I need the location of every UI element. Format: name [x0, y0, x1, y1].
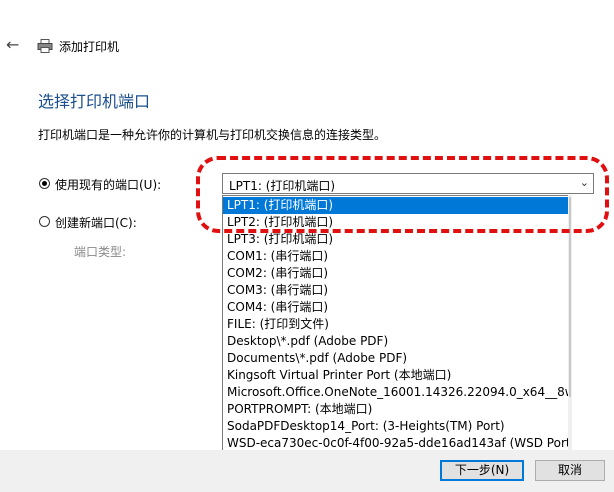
cancel-button[interactable]: 取消: [535, 460, 605, 481]
dropdown-item[interactable]: COM2: (串行端口): [223, 265, 568, 282]
dropdown-item[interactable]: Desktop\*.pdf (Adobe PDF): [223, 333, 568, 350]
dropdown-item[interactable]: COM3: (串行端口): [223, 282, 568, 299]
dropdown-item[interactable]: FILE: (打印到文件): [223, 316, 568, 333]
port-select[interactable]: LPT1: (打印机端口) ⌄: [222, 173, 594, 194]
dropdown-item[interactable]: Documents\*.pdf (Adobe PDF): [223, 350, 568, 367]
dropdown-item[interactable]: SodaPDFDesktop14_Port: (3-Heights(TM) Po…: [223, 418, 568, 435]
chevron-down-icon[interactable]: ⌄: [580, 176, 589, 189]
page-title: 选择打印机端口: [38, 92, 151, 111]
dropdown-item[interactable]: LPT2: (打印机端口): [223, 214, 568, 231]
next-button[interactable]: 下一步(N): [440, 460, 524, 481]
window-title: 添加打印机: [59, 40, 120, 54]
new-port-radio[interactable]: [39, 216, 50, 227]
dropdown-item[interactable]: COM4: (串行端口): [223, 299, 568, 316]
back-arrow-icon[interactable]: ←: [6, 36, 24, 54]
existing-port-radio[interactable]: [39, 178, 50, 189]
dropdown-item[interactable]: Kingsoft Virtual Printer Port (本地端口): [223, 367, 568, 384]
port-select-value: LPT1: (打印机端口): [229, 179, 336, 193]
dropdown-item[interactable]: PORTPROMPT: (本地端口): [223, 401, 568, 418]
dropdown-item[interactable]: COM1: (串行端口): [223, 248, 568, 265]
page-description: 打印机端口是一种允许你的计算机与打印机交换信息的连接类型。: [38, 128, 387, 142]
new-port-label[interactable]: 创建新端口(C):: [55, 214, 137, 231]
port-type-label: 端口类型:: [74, 245, 127, 259]
dropdown-item[interactable]: LPT1: (打印机端口): [223, 197, 568, 214]
dropdown-scrollbar-thumb[interactable]: [569, 197, 571, 397]
dropdown-item[interactable]: Microsoft.Office.OneNote_16001.14326.220…: [223, 384, 568, 401]
printer-icon: [37, 39, 53, 53]
dropdown-item[interactable]: LPT3: (打印机端口): [223, 231, 568, 248]
existing-port-label[interactable]: 使用现有的端口(U):: [55, 176, 161, 193]
port-dropdown-list[interactable]: LPT1: (打印机端口) LPT2: (打印机端口) LPT3: (打印机端口…: [222, 195, 569, 453]
